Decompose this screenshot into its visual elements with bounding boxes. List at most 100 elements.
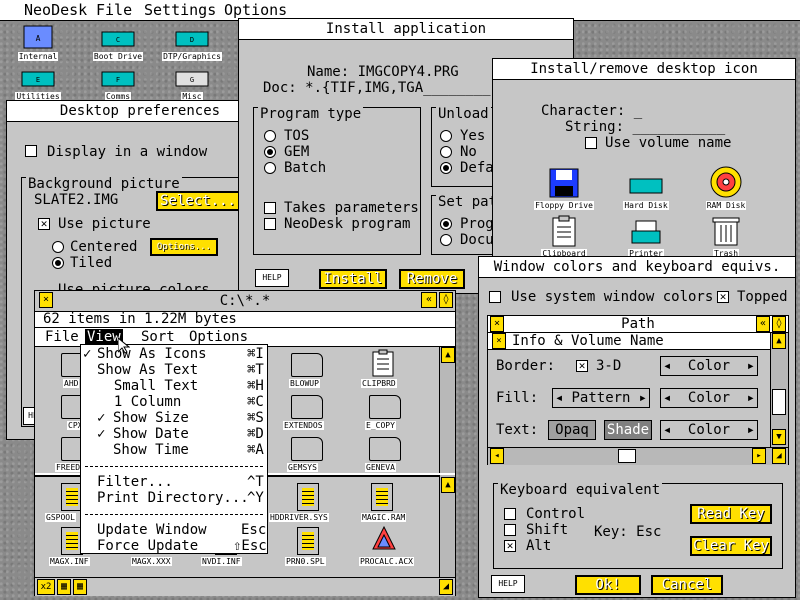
menu-item-update-window[interactable]: Update Window Esc: [81, 522, 267, 538]
menu-item-filter[interactable]: Filter... ^T: [81, 474, 267, 490]
set-path-document-radio[interactable]: [440, 234, 452, 246]
accessory-icon[interactable]: [371, 525, 397, 557]
folder-icon[interactable]: [291, 353, 323, 377]
desktop-icon-utilities[interactable]: E Utilities: [8, 66, 68, 101]
batch-radio[interactable]: [264, 162, 276, 174]
resize-icon[interactable]: ◢: [439, 579, 453, 595]
ok-button[interactable]: Ok!: [575, 575, 641, 595]
help-button[interactable]: HELP: [255, 269, 289, 287]
desktop-icon-boot-drive[interactable]: C Boot Drive: [88, 26, 148, 61]
desktop-icon-dtp-graphics[interactable]: D DTP/Graphics: [162, 26, 222, 61]
grid-icon[interactable]: ▦: [73, 579, 87, 595]
name-field[interactable]: IMGCOPY4.PRG: [358, 64, 459, 80]
unload-no-radio[interactable]: [440, 146, 452, 158]
menu-item-force-update[interactable]: Force Update ⇧Esc: [81, 538, 267, 554]
sample-info-line[interactable]: × Info & Volume Name: [488, 333, 770, 350]
cancel-button[interactable]: Cancel: [651, 575, 723, 595]
icon-floppy-drive[interactable]: Floppy Drive: [529, 167, 599, 210]
install-button[interactable]: Install: [319, 269, 387, 289]
tiled-radio[interactable]: [52, 257, 64, 269]
border-3d-checkbox[interactable]: ✕: [576, 360, 588, 372]
shade-toggle[interactable]: Shade: [604, 420, 652, 440]
folder-icon[interactable]: [291, 395, 323, 419]
opaque-toggle[interactable]: Opaq: [548, 420, 596, 440]
takes-parameters-checkbox[interactable]: [264, 202, 276, 214]
use-picture-checkbox[interactable]: ✕: [38, 218, 50, 230]
document-icon[interactable]: [297, 483, 319, 511]
top-pane-scrollbar[interactable]: ▲: [439, 347, 455, 473]
unload-yes-radio[interactable]: [440, 130, 452, 142]
fill-pattern-picker[interactable]: ◂ Pattern ▸: [552, 388, 650, 408]
menu-item-small-text[interactable]: Small Text ⌘H: [81, 378, 267, 394]
document-icon[interactable]: [371, 483, 393, 511]
options-button[interactable]: Options...: [150, 238, 218, 256]
character-field[interactable]: _: [634, 103, 642, 119]
iconify-icon[interactable]: «: [421, 292, 437, 308]
scroll-thumb[interactable]: [618, 449, 636, 463]
desktop-icon-internal[interactable]: A Internal: [8, 24, 68, 61]
folder-icon[interactable]: [369, 437, 401, 461]
scroll-thumb[interactable]: [772, 389, 786, 415]
topped-checkbox[interactable]: ✕: [717, 291, 729, 303]
centered-radio[interactable]: [52, 241, 64, 253]
menu-settings[interactable]: Settings: [144, 1, 216, 19]
icon-trash[interactable]: Trash: [691, 215, 761, 258]
scroll-up-icon[interactable]: ▲: [441, 347, 455, 363]
close-icon[interactable]: ×: [39, 292, 53, 308]
sample-horizontal-scrollbar[interactable]: ◂ ▸ ◢: [488, 447, 788, 465]
border-color-picker[interactable]: ◂ Color ▸: [660, 356, 758, 376]
doc-field[interactable]: *.{TIF,IMG,TGA________}: [305, 80, 499, 96]
split-toggle[interactable]: x2: [37, 579, 55, 595]
window-menu-sort[interactable]: Sort: [141, 329, 175, 345]
bottom-pane-scrollbar[interactable]: ▲: [439, 475, 455, 579]
icon-printer[interactable]: Printer: [611, 219, 681, 258]
file-name: NVDI.INF: [201, 557, 242, 566]
read-key-button[interactable]: Read Key: [690, 504, 772, 524]
menu-item-show-as-text[interactable]: Show As Text ⌘T: [81, 362, 267, 378]
sample-title-bar[interactable]: × Path « ◊: [488, 316, 788, 333]
icon-hard-disk[interactable]: Hard Disk: [611, 171, 681, 210]
display-in-window-checkbox[interactable]: [25, 145, 37, 157]
icon-ram-disk[interactable]: RAM Disk: [691, 165, 761, 210]
set-path-program-radio[interactable]: [440, 218, 452, 230]
desktop-icon-misc[interactable]: G Misc: [162, 66, 222, 101]
menu-options[interactable]: Options: [224, 1, 287, 19]
clear-key-button[interactable]: Clear Key: [690, 536, 772, 556]
desktop-icon-comms[interactable]: F Comms: [88, 66, 148, 101]
shift-checkbox[interactable]: [504, 524, 516, 536]
control-checkbox[interactable]: [504, 508, 516, 520]
menu-item-1-column[interactable]: 1 Column ⌘C: [81, 394, 267, 410]
remove-button[interactable]: Remove: [399, 269, 465, 289]
tos-radio[interactable]: [264, 130, 276, 142]
window-menu-file[interactable]: File: [45, 329, 79, 345]
folder-icon[interactable]: [291, 437, 323, 461]
menu-item-show-time[interactable]: Show Time ⌘A: [81, 442, 267, 458]
fullsize-icon[interactable]: ◊: [439, 292, 453, 308]
use-system-colors-checkbox[interactable]: [489, 291, 501, 303]
sample-vertical-scrollbar[interactable]: ▲ ▼: [770, 333, 788, 447]
menu-item-show-as-icons[interactable]: ✓ Show As Icons ⌘I: [81, 346, 267, 362]
text-color-picker[interactable]: ◂ Color ▸: [660, 420, 758, 440]
neodesk-program-checkbox[interactable]: [264, 218, 276, 230]
string-field[interactable]: ___________: [632, 119, 725, 135]
menu-item-print-directory[interactable]: Print Directory... ^Y: [81, 490, 267, 506]
window-menu-options[interactable]: Options: [189, 329, 248, 345]
menu-item-show-date[interactable]: ✓ Show Date ⌘D: [81, 426, 267, 442]
menu-neodesk[interactable]: NeoDesk: [24, 1, 87, 19]
window-title[interactable]: C:\*.*: [35, 291, 455, 312]
clipboard-icon[interactable]: [371, 349, 395, 381]
alt-checkbox[interactable]: ✕: [504, 540, 516, 552]
fill-color-picker[interactable]: ◂ Color ▸: [660, 388, 758, 408]
unload-default-radio[interactable]: [440, 162, 452, 174]
icon-clipboard[interactable]: Clipboard: [529, 215, 599, 258]
menu-item-show-size[interactable]: ✓ Show Size ⌘S: [81, 410, 267, 426]
gem-radio[interactable]: [264, 146, 276, 158]
use-volume-name-checkbox[interactable]: [585, 137, 597, 149]
scroll-up-icon[interactable]: ▲: [441, 477, 455, 493]
menu-file[interactable]: File: [96, 1, 132, 19]
grid-icon[interactable]: ▦: [57, 579, 71, 595]
help-button[interactable]: HELP: [491, 575, 525, 593]
document-icon[interactable]: [297, 527, 319, 555]
folder-icon[interactable]: [369, 395, 401, 419]
select-button[interactable]: Select...: [156, 191, 240, 211]
